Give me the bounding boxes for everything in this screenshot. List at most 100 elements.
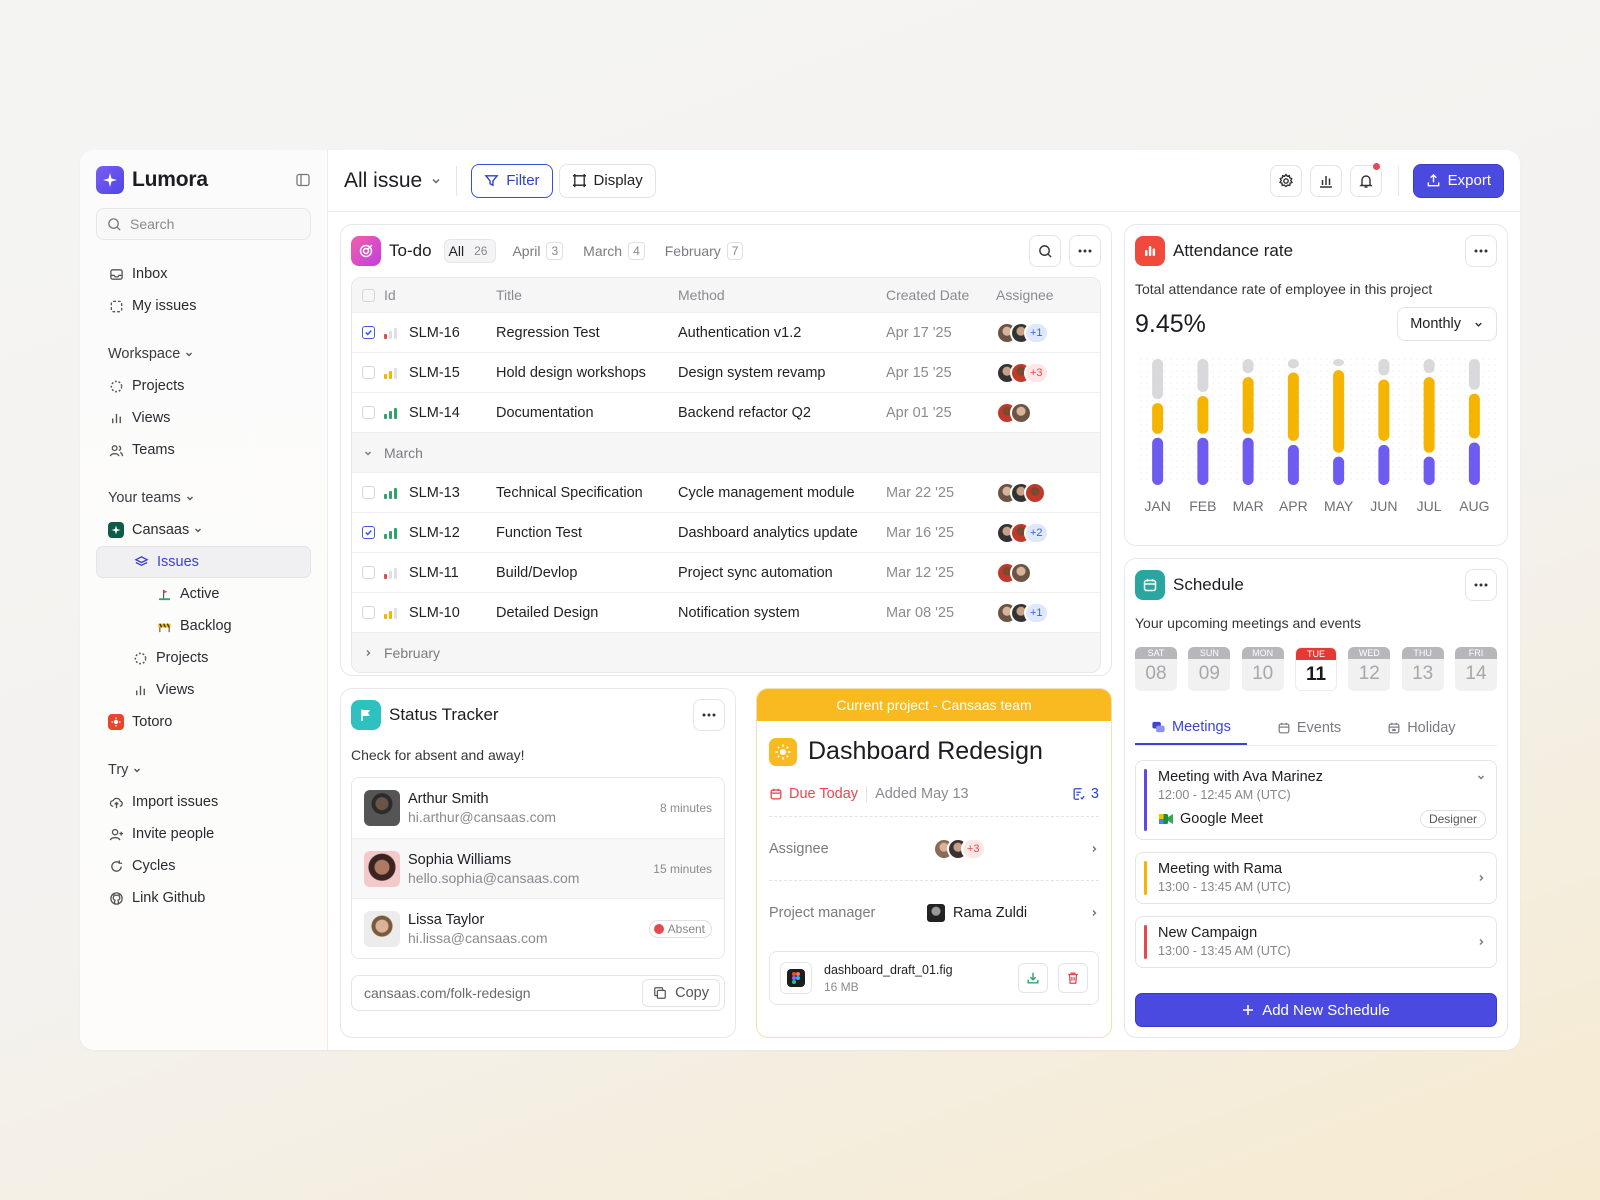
copy-button[interactable]: Copy: [642, 979, 720, 1007]
bar-jul-segment-2[interactable]: [1423, 456, 1435, 485]
status-more-button[interactable]: [693, 699, 725, 731]
tab-meetings[interactable]: Meetings: [1135, 711, 1247, 745]
table-row[interactable]: SLM-14 Documentation Backend refactor Q2…: [352, 392, 1100, 432]
download-button[interactable]: [1018, 963, 1048, 993]
row-checkbox[interactable]: [361, 526, 375, 539]
attendance-more-button[interactable]: [1465, 235, 1497, 267]
list-item[interactable]: Arthur Smith hi.arthur@cansaas.com 8 min…: [352, 778, 724, 838]
meeting-item[interactable]: Meeting with Ava Marinez 12:00 - 12:45 A…: [1135, 760, 1497, 840]
bar-mar-segment-1[interactable]: [1242, 377, 1254, 434]
sidebar-item-views[interactable]: Views: [96, 402, 311, 434]
sidebar-item-team-projects[interactable]: Projects: [96, 642, 311, 674]
sidebar-item-projects[interactable]: Projects: [96, 370, 311, 402]
todo-more-button[interactable]: [1069, 235, 1101, 267]
row-checkbox[interactable]: [361, 606, 375, 619]
table-row[interactable]: SLM-13 Technical Specification Cycle man…: [352, 472, 1100, 512]
day-wed[interactable]: WED 12: [1348, 647, 1391, 691]
bar-feb-segment-0[interactable]: [1197, 359, 1209, 393]
attachment[interactable]: dashboard_draft_01.fig 16 MB: [769, 951, 1099, 1005]
table-row[interactable]: SLM-11 Build/Devlop Project sync automat…: [352, 552, 1100, 592]
sidebar-item-cycles[interactable]: Cycles: [96, 850, 311, 882]
bar-jul-segment-0[interactable]: [1423, 359, 1435, 374]
assignee-row[interactable]: Assignee +3: [769, 817, 1099, 881]
bar-feb-segment-1[interactable]: [1197, 396, 1209, 434]
table-row[interactable]: SLM-15 Hold design workshops Design syst…: [352, 352, 1100, 392]
tab-february[interactable]: February 7: [661, 239, 748, 263]
bar-apr-segment-2[interactable]: [1287, 444, 1299, 485]
tab-all[interactable]: All 26: [443, 239, 497, 263]
day-fri[interactable]: FRI 14: [1454, 647, 1497, 691]
subtasks-count[interactable]: 3: [1072, 786, 1099, 802]
tab-march[interactable]: March 4: [579, 239, 649, 263]
sidebar-item-link-github[interactable]: Link Github: [96, 882, 311, 914]
tab-holiday[interactable]: Holiday: [1371, 711, 1471, 745]
settings-button[interactable]: [1269, 164, 1302, 197]
bar-apr-segment-0[interactable]: [1287, 359, 1299, 369]
display-button[interactable]: Display: [558, 163, 656, 198]
bar-jul-segment-1[interactable]: [1423, 377, 1435, 453]
table-row[interactable]: SLM-16 Regression Test Authentication v1…: [352, 312, 1100, 352]
bar-may-segment-1[interactable]: [1333, 370, 1345, 453]
bar-apr-segment-1[interactable]: [1287, 372, 1299, 441]
bar-jun-segment-0[interactable]: [1378, 359, 1390, 376]
sidebar-item-my-issues[interactable]: My issues: [96, 290, 311, 322]
meeting-item[interactable]: Meeting with Rama 13:00 - 13:45 AM (UTC): [1135, 852, 1497, 904]
bar-jan-segment-0[interactable]: [1152, 359, 1164, 400]
day-mon[interactable]: MON 10: [1241, 647, 1284, 691]
bar-aug-segment-0[interactable]: [1468, 359, 1480, 390]
tab-april[interactable]: April 3: [508, 239, 567, 263]
schedule-more-button[interactable]: [1465, 569, 1497, 601]
bar-jun-segment-2[interactable]: [1378, 444, 1390, 485]
sidebar-team-totoro[interactable]: Totoro: [96, 706, 311, 738]
row-checkbox[interactable]: [361, 486, 375, 499]
day-sat[interactable]: SAT 08: [1135, 647, 1177, 691]
sidebar-item-inbox[interactable]: Inbox: [96, 258, 311, 290]
project-manager-row[interactable]: Project manager Rama Zuldi: [769, 881, 1099, 945]
tab-events[interactable]: Events: [1261, 711, 1357, 745]
bar-mar-segment-0[interactable]: [1242, 359, 1254, 374]
period-dropdown[interactable]: Monthly: [1397, 307, 1497, 341]
bar-aug-segment-2[interactable]: [1468, 442, 1480, 485]
sidebar-item-backlog[interactable]: Backlog: [96, 610, 311, 642]
select-all-checkbox[interactable]: [361, 288, 375, 302]
sidebar-item-teams[interactable]: Teams: [96, 434, 311, 466]
row-checkbox[interactable]: [361, 406, 375, 419]
sidebar-item-active[interactable]: Active: [96, 578, 311, 610]
filter-button[interactable]: Filter: [471, 163, 553, 198]
bar-may-segment-2[interactable]: [1333, 456, 1345, 485]
analytics-button[interactable]: [1309, 164, 1342, 197]
delete-button[interactable]: [1058, 963, 1088, 993]
your-teams-section[interactable]: Your teams: [96, 482, 311, 514]
list-item[interactable]: Sophia Williams hello.sophia@cansaas.com…: [352, 838, 724, 898]
day-thu[interactable]: THU 13: [1401, 647, 1444, 691]
add-schedule-button[interactable]: Add New Schedule: [1135, 993, 1497, 1027]
try-section[interactable]: Try: [96, 754, 311, 786]
export-button[interactable]: Export: [1412, 163, 1504, 198]
table-row[interactable]: SLM-12 Function Test Dashboard analytics…: [352, 512, 1100, 552]
table-row[interactable]: SLM-10 Detailed Design Notification syst…: [352, 592, 1100, 632]
row-checkbox[interactable]: [361, 566, 375, 579]
bar-jun-segment-1[interactable]: [1378, 379, 1390, 441]
page-title-dropdown[interactable]: All issue: [344, 169, 442, 193]
day-sun[interactable]: SUN 09: [1188, 647, 1231, 691]
row-checkbox[interactable]: [361, 326, 375, 339]
group-march[interactable]: March: [352, 432, 1100, 472]
search-input[interactable]: Search: [96, 208, 311, 240]
sidebar-team-cansaas[interactable]: Cansaas: [96, 514, 311, 546]
bar-may-segment-0[interactable]: [1333, 359, 1345, 367]
sidebar-collapse-icon[interactable]: [295, 172, 311, 188]
list-item[interactable]: Lissa Taylor hi.lissa@cansaas.com Absent: [352, 898, 724, 958]
row-checkbox[interactable]: [361, 366, 375, 379]
sidebar-item-import-issues[interactable]: Import issues: [96, 786, 311, 818]
workspace-section[interactable]: Workspace: [96, 338, 311, 370]
bar-mar-segment-2[interactable]: [1242, 437, 1254, 485]
bar-jan-segment-2[interactable]: [1152, 437, 1164, 485]
sidebar-item-invite-people[interactable]: Invite people: [96, 818, 311, 850]
sidebar-item-issues[interactable]: Issues: [96, 546, 311, 578]
day-tue[interactable]: TUE 11: [1294, 647, 1337, 691]
bar-aug-segment-1[interactable]: [1468, 393, 1480, 439]
todo-search-button[interactable]: [1029, 235, 1061, 267]
notifications-button[interactable]: [1349, 162, 1382, 197]
share-link-field[interactable]: cansaas.com/folk-redesign Copy: [351, 975, 725, 1011]
chevron-down-icon[interactable]: [1476, 772, 1486, 782]
